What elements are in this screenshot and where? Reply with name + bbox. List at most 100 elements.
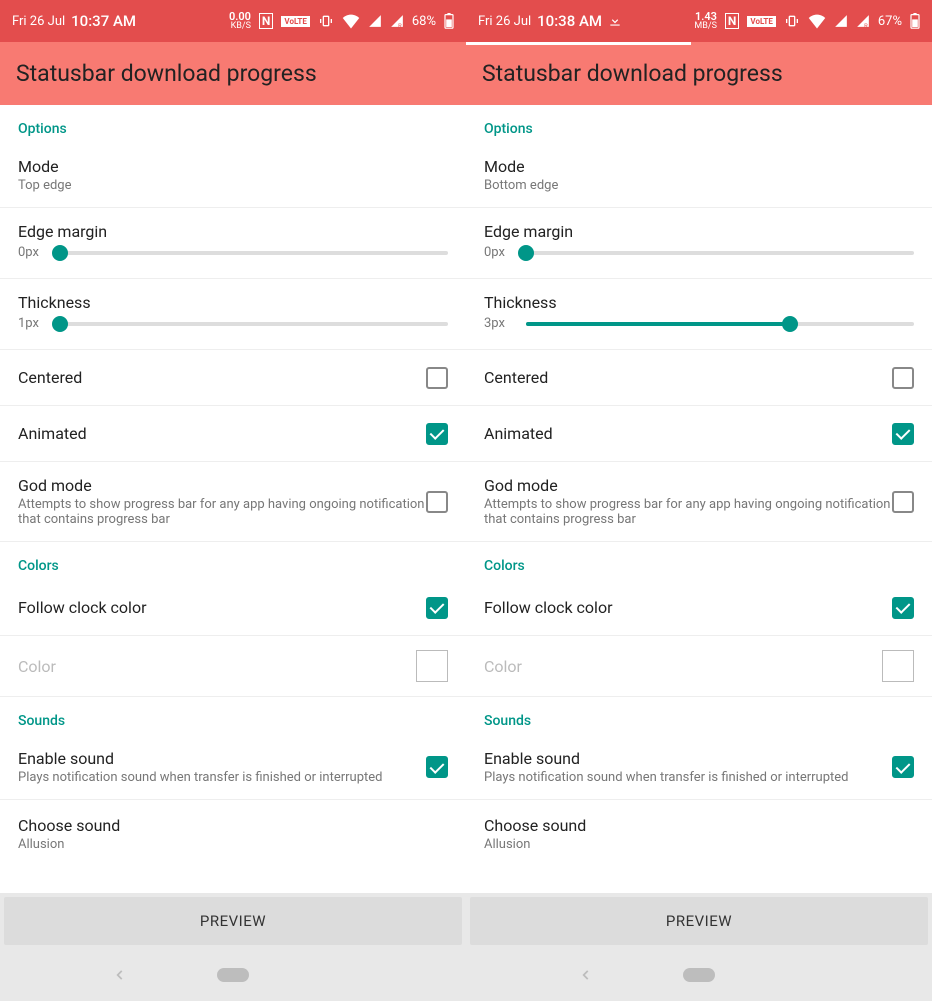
screen-right: Fri 26 Jul 10:38 AM 1.43 MB/S N VoLTE [466,0,932,1001]
god-mode-row[interactable]: God mode Attempts to show progress bar f… [0,462,466,542]
enable-sound-sub: Plays notification sound when transfer i… [18,770,426,785]
animated-label: Animated [18,424,426,443]
god-mode-checkbox[interactable] [892,491,914,513]
color-row: Color [0,636,466,697]
enable-sound-label: Enable sound [18,749,426,768]
nav-bar [466,949,932,1001]
enable-sound-checkbox[interactable] [426,756,448,778]
signal-icon [368,14,382,28]
signal-icon-2: R [856,14,870,28]
preview-button[interactable]: PREVIEW [470,897,928,945]
vibrate-icon [784,13,800,29]
status-time: 10:38 AM [537,12,602,30]
enable-sound-row[interactable]: Enable sound Plays notification sound wh… [0,735,466,800]
preview-button[interactable]: PREVIEW [4,897,462,945]
sounds-header: Sounds [466,697,932,735]
enable-sound-checkbox[interactable] [892,756,914,778]
god-mode-sub: Attempts to show progress bar for any ap… [484,497,892,527]
enable-sound-row[interactable]: Enable sound Plays notification sound wh… [466,735,932,800]
follow-clock-row[interactable]: Follow clock color [0,580,466,636]
preview-bar: PREVIEW [0,893,466,949]
edge-margin-slider[interactable] [526,251,914,255]
page-title: Statusbar download progress [466,42,932,105]
choose-sound-row[interactable]: Choose sound Allusion [0,800,466,856]
thickness-value: 1px [18,316,50,331]
nfc-icon: N [259,13,273,29]
thickness-label: Thickness [18,293,448,312]
thickness-slider[interactable] [526,322,914,326]
centered-checkbox[interactable] [892,367,914,389]
options-header: Options [0,105,466,143]
follow-clock-label: Follow clock color [484,598,892,617]
settings-list: Options Mode Top edge Edge margin 0px Th… [0,105,466,893]
status-date: Fri 26 Jul [478,14,531,29]
nav-home-icon[interactable] [683,968,715,982]
centered-row[interactable]: Centered [0,350,466,406]
follow-clock-checkbox[interactable] [892,597,914,619]
signal-icon-2: R [390,14,404,28]
svg-text:R: R [398,23,402,28]
battery-icon [910,13,920,29]
nfc-icon: N [725,13,739,29]
edge-margin-value: 0px [18,245,50,260]
svg-text:R: R [864,23,868,28]
slider-thumb-icon[interactable] [518,245,534,261]
thickness-row[interactable]: Thickness 3px [466,279,932,350]
god-mode-row[interactable]: God mode Attempts to show progress bar f… [466,462,932,542]
edge-margin-label: Edge margin [484,222,914,241]
wifi-icon [808,13,826,29]
follow-clock-row[interactable]: Follow clock color [466,580,932,636]
slider-thumb-icon[interactable] [782,316,798,332]
nav-bar [0,949,466,1001]
animated-row[interactable]: Animated [0,406,466,462]
choose-sound-row[interactable]: Choose sound Allusion [466,800,932,856]
edge-margin-label: Edge margin [18,222,448,241]
color-swatch [416,650,448,682]
page-title: Statusbar download progress [0,42,466,105]
god-mode-sub: Attempts to show progress bar for any ap… [18,497,426,527]
animated-checkbox[interactable] [426,423,448,445]
edge-margin-row[interactable]: Edge margin 0px [466,208,932,279]
centered-row[interactable]: Centered [466,350,932,406]
preview-bar: PREVIEW [466,893,932,949]
mode-value: Bottom edge [484,178,914,193]
animated-checkbox[interactable] [892,423,914,445]
follow-clock-label: Follow clock color [18,598,426,617]
network-speed: 0.00 KB/S [229,11,251,31]
follow-clock-checkbox[interactable] [426,597,448,619]
choose-sound-label: Choose sound [18,816,448,835]
edge-margin-slider[interactable] [60,251,448,255]
thickness-row[interactable]: Thickness 1px [0,279,466,350]
animated-row[interactable]: Animated [466,406,932,462]
color-label: Color [484,657,882,676]
slider-thumb-icon[interactable] [52,316,68,332]
colors-header: Colors [466,542,932,580]
download-icon [608,14,622,28]
mode-row[interactable]: Mode Bottom edge [466,143,932,208]
thickness-slider[interactable] [60,322,448,326]
nav-home-icon[interactable] [217,968,249,982]
vibrate-icon [318,13,334,29]
nav-back-icon[interactable] [113,963,127,987]
statusbar: Fri 26 Jul 10:37 AM 0.00 KB/S N VoLTE R … [0,0,466,42]
slider-thumb-icon[interactable] [52,245,68,261]
colors-header: Colors [0,542,466,580]
battery-pct: 68% [412,14,436,29]
choose-sound-value: Allusion [18,837,448,852]
mode-value: Top edge [18,178,448,193]
volte-icon: VoLTE [281,16,309,27]
god-mode-checkbox[interactable] [426,491,448,513]
edge-margin-row[interactable]: Edge margin 0px [0,208,466,279]
battery-icon [444,13,454,29]
mode-row[interactable]: Mode Top edge [0,143,466,208]
screen-left: Fri 26 Jul 10:37 AM 0.00 KB/S N VoLTE R … [0,0,466,1001]
signal-icon [834,14,848,28]
network-speed: 1.43 MB/S [694,11,717,31]
thickness-value: 3px [484,316,516,331]
choose-sound-value: Allusion [484,837,914,852]
sounds-header: Sounds [0,697,466,735]
status-date: Fri 26 Jul [12,14,65,29]
color-swatch [882,650,914,682]
centered-checkbox[interactable] [426,367,448,389]
nav-back-icon[interactable] [579,963,593,987]
